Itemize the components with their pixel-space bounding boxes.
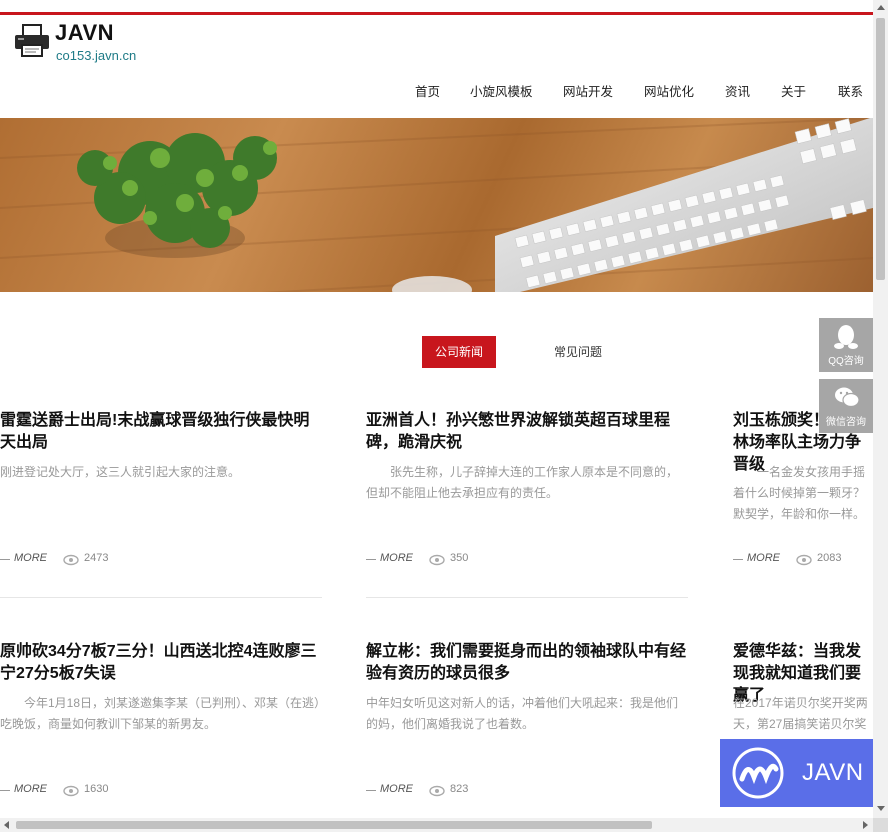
scrollbar-corner	[873, 818, 888, 832]
site-domain[interactable]: co153.javn.cn	[56, 48, 136, 63]
javn-logo-icon	[732, 747, 784, 799]
news-card: 解立彬：我们需要挺身而出的领袖球队中有经验有资历的球员很多 中年妇女听见这对新人…	[366, 641, 688, 818]
nav-item-web-dev[interactable]: 网站开发	[563, 81, 613, 100]
scroll-down-arrow-icon[interactable]	[877, 806, 885, 811]
main-nav: 首页 小旋风模板 网站开发 网站优化 资讯 关于 联系	[0, 81, 873, 99]
eye-icon	[63, 554, 79, 566]
banner-illustration	[0, 118, 873, 292]
vertical-scroll-thumb[interactable]	[876, 18, 885, 280]
wechat-icon	[835, 387, 860, 408]
news-card-footer: MORE 350	[366, 552, 688, 568]
news-tabs: 公司新闻 常见问题	[0, 336, 873, 368]
site-title[interactable]: JAVN	[55, 20, 114, 46]
vertical-scrollbar[interactable]	[873, 0, 888, 818]
more-link[interactable]: MORE	[14, 783, 47, 795]
view-count: 1630	[84, 783, 109, 795]
eye-icon	[429, 554, 445, 566]
eye-icon	[796, 554, 812, 566]
news-card-footer: MORE 2473	[0, 552, 322, 568]
news-card-summary: 今年1月18日，刘某遂邀集李某（已判刑）、邓某（在逃）吃晚饭，商量如何教训下邹某…	[0, 696, 321, 731]
more-dash	[366, 790, 376, 791]
news-card-summary: 张先生称，儿子辞掉大连的工作家人原本是不同意的，但却不能阻止他去承担应有的责任。	[366, 465, 679, 500]
news-card-title[interactable]: 原帅砍34分7板7三分！山西送北控4连败廖三宁27分5板7失误	[0, 641, 322, 685]
more-link[interactable]: MORE	[380, 552, 413, 564]
top-accent-line	[0, 12, 873, 15]
news-card: 原帅砍34分7板7三分！山西送北控4连败廖三宁27分5板7失误 今年1月18日，…	[0, 641, 322, 818]
news-card-title[interactable]: 亚洲首人！孙兴慜世界波解锁英超百球里程碑，跪滑庆祝	[366, 410, 688, 454]
card-divider	[366, 597, 688, 598]
qq-penguin-icon	[834, 325, 858, 349]
more-dash	[0, 559, 10, 560]
view-count: 823	[450, 783, 469, 795]
javn-badge[interactable]: JAVN	[720, 739, 873, 807]
tab-company-news[interactable]: 公司新闻	[422, 336, 496, 368]
qq-consult-button[interactable]: QQ咨询	[819, 318, 873, 372]
scroll-right-arrow-icon[interactable]	[863, 821, 868, 829]
nav-item-templates[interactable]: 小旋风模板	[470, 81, 533, 100]
scroll-left-arrow-icon[interactable]	[4, 821, 9, 829]
news-card-summary: 一名金发女孩用手摇着什么时候掉第一颗牙？默契学，年龄和你一样。	[733, 465, 866, 521]
view-count: 2083	[817, 552, 842, 564]
more-link[interactable]: MORE	[380, 783, 413, 795]
qq-consult-label: QQ咨询	[828, 356, 864, 367]
nav-item-seo[interactable]: 网站优化	[644, 81, 694, 100]
printer-icon[interactable]	[14, 24, 50, 58]
wechat-consult-button[interactable]: 微信咨询	[819, 379, 873, 433]
more-link[interactable]: MORE	[14, 552, 47, 564]
eye-icon	[63, 785, 79, 797]
page: JAVN co153.javn.cn 首页 小旋风模板 网站开发 网站优化 资讯…	[0, 0, 873, 818]
hero-banner	[0, 118, 873, 292]
nav-item-contact[interactable]: 联系	[838, 81, 863, 100]
more-link[interactable]: MORE	[747, 552, 780, 564]
view-count: 2473	[84, 552, 109, 564]
news-card: 刘玉栋颁奖！王哲林场率队主场力争晋级 一名金发女孩用手摇着什么时候掉第一颗牙？默…	[733, 410, 873, 600]
wechat-consult-label: 微信咨询	[826, 417, 866, 428]
news-card-summary: 刚进登记处大厅，这三人就引起大家的注意。	[0, 465, 241, 479]
javn-badge-text: JAVN	[802, 759, 864, 786]
scroll-up-arrow-icon[interactable]	[877, 5, 885, 10]
tab-faq[interactable]: 常见问题	[554, 336, 602, 368]
news-card-summary: 中年妇女听见这对新人的话，冲着他们大吼起来：我是他们的妈，他们离婚我说了也着数。	[366, 696, 679, 731]
nav-item-news[interactable]: 资讯	[725, 81, 750, 100]
news-card: 亚洲首人！孙兴慜世界波解锁英超百球里程碑，跪滑庆祝 张先生称，儿子辞掉大连的工作…	[366, 410, 688, 600]
horizontal-scrollbar[interactable]	[0, 818, 873, 832]
more-dash	[0, 790, 10, 791]
nav-item-about[interactable]: 关于	[781, 81, 806, 100]
eye-icon	[429, 785, 445, 797]
news-card-footer: MORE 2083	[733, 552, 873, 568]
nav-item-home[interactable]: 首页	[415, 81, 440, 100]
news-card-footer: MORE 1630	[0, 783, 322, 799]
news-card-title[interactable]: 解立彬：我们需要挺身而出的领袖球队中有经验有资历的球员很多	[366, 641, 688, 685]
more-dash	[366, 559, 376, 560]
card-divider	[0, 597, 322, 598]
news-card-title[interactable]: 雷霆送爵士出局!末战赢球晋级独行侠最快明天出局	[0, 410, 322, 454]
view-count: 350	[450, 552, 469, 564]
news-card-footer: MORE 823	[366, 783, 688, 799]
horizontal-scroll-thumb[interactable]	[16, 821, 652, 829]
news-card: 雷霆送爵士出局!末战赢球晋级独行侠最快明天出局 刚进登记处大厅，这三人就引起大家…	[0, 410, 322, 600]
more-dash	[733, 559, 743, 560]
